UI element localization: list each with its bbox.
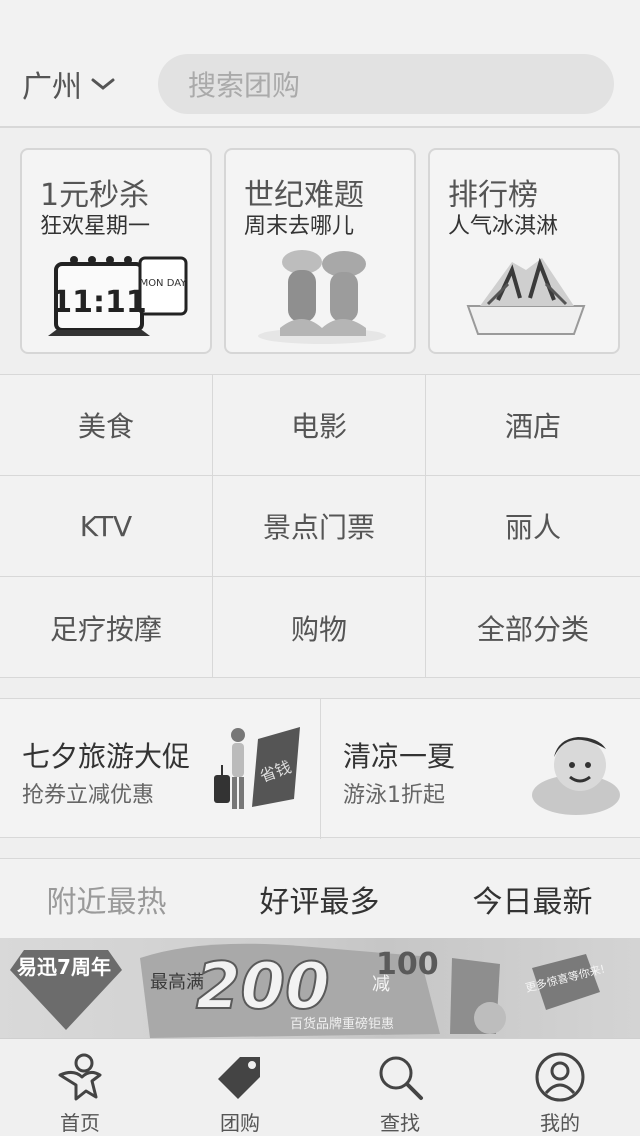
nav-label: 团购 bbox=[220, 1111, 260, 1135]
traveler-with-luggage-icon: 省钱 bbox=[214, 727, 300, 809]
category-movie[interactable]: 电影 bbox=[213, 375, 426, 476]
couple-photo-icon bbox=[258, 250, 386, 344]
category-foot-massage[interactable]: 足疗按摩 bbox=[0, 577, 213, 678]
promo-subtitle: 周末去哪儿 bbox=[244, 214, 355, 239]
promo-card-flash-sale[interactable]: 1元秒杀 狂欢星期一 11:11 MON DAY bbox=[20, 148, 212, 354]
nav-label: 查找 bbox=[380, 1111, 420, 1135]
sort-tabs: 附近最热 好评最多 今日最新 bbox=[0, 858, 640, 938]
promo-card-ranking[interactable]: 排行榜 人气冰淇淋 bbox=[428, 148, 620, 354]
category-beauty[interactable]: 丽人 bbox=[426, 476, 640, 577]
shaved-ice-icon bbox=[466, 257, 586, 335]
search-icon bbox=[379, 1056, 423, 1100]
promo-card-weekend[interactable]: 世纪难题 周末去哪儿 bbox=[224, 148, 416, 354]
nav-label: 首页 bbox=[60, 1111, 100, 1135]
ad-sub: 百货品牌重磅钜惠 bbox=[290, 1016, 394, 1032]
tab-nearby-hot[interactable]: 附近最热 bbox=[0, 859, 213, 939]
category-attraction-tickets[interactable]: 景点门票 bbox=[213, 476, 426, 577]
promo-subtitle: 狂欢星期一 bbox=[40, 214, 151, 239]
category-ktv[interactable]: KTV bbox=[0, 476, 213, 577]
search-input[interactable]: 搜索团购 bbox=[158, 54, 614, 114]
banner-title: 清凉一夏 bbox=[343, 740, 456, 773]
calendar-digits: 11:11 bbox=[51, 285, 147, 320]
calendar-icon: 11:11 MON DAY bbox=[48, 256, 188, 336]
nav-label: 我的 bbox=[540, 1111, 580, 1135]
child-swimming-icon bbox=[532, 737, 620, 815]
ad-banner[interactable]: 易迅7周年 最高满 200 减 100 百货品牌重磅钜惠 更多惊喜等你来! bbox=[0, 938, 640, 1038]
promo-subtitle: 人气冰淇淋 bbox=[448, 214, 559, 239]
nav-group-buy[interactable]: 团购 bbox=[160, 1039, 320, 1136]
bottom-nav: 首页 团购 查找 我的 bbox=[0, 1038, 640, 1136]
banner-travel[interactable]: 七夕旅游大促 抢券立减优惠 省钱 bbox=[0, 699, 320, 839]
banner-subtitle: 抢券立减优惠 bbox=[22, 783, 155, 808]
tab-best-rated[interactable]: 好评最多 bbox=[213, 859, 426, 939]
banner-title: 七夕旅游大促 bbox=[22, 740, 191, 773]
ad-brand: 易迅7周年 bbox=[17, 955, 111, 979]
ad-amount: 200 bbox=[196, 950, 330, 1024]
promo-cards: 1元秒杀 狂欢星期一 11:11 MON DAY 世纪难题 周末去哪儿 排行榜 … bbox=[0, 130, 640, 374]
category-food[interactable]: 美食 bbox=[0, 375, 213, 476]
chevron-down-icon bbox=[91, 78, 115, 90]
tab-newest-today[interactable]: 今日最新 bbox=[426, 859, 639, 939]
category-shopping[interactable]: 购物 bbox=[213, 577, 426, 678]
promo-banners: 七夕旅游大促 抢券立减优惠 省钱 清凉一夏 游泳1折起 bbox=[0, 698, 640, 839]
banner-swim[interactable]: 清凉一夏 游泳1折起 bbox=[320, 699, 640, 839]
nav-home[interactable]: 首页 bbox=[0, 1039, 160, 1136]
city-label: 广州 bbox=[22, 70, 82, 105]
profile-icon bbox=[535, 1052, 585, 1102]
tag-icon bbox=[218, 1057, 260, 1099]
category-hotel[interactable]: 酒店 bbox=[426, 375, 640, 476]
category-grid: 美食 电影 酒店 KTV 景点门票 丽人 足疗按摩 购物 全部分类 bbox=[0, 374, 640, 678]
ad-discount: 100 bbox=[376, 947, 439, 982]
city-selector[interactable]: 广州 bbox=[22, 64, 116, 105]
banner-subtitle: 游泳1折起 bbox=[343, 783, 445, 808]
top-bar: 广州 搜索团购 bbox=[0, 0, 640, 128]
home-person-icon bbox=[58, 1053, 102, 1101]
search-placeholder: 搜索团购 bbox=[188, 69, 301, 102]
nav-mine[interactable]: 我的 bbox=[480, 1039, 640, 1136]
nav-find[interactable]: 查找 bbox=[320, 1039, 480, 1136]
calendar-day: MON DAY bbox=[140, 278, 188, 289]
category-all[interactable]: 全部分类 bbox=[426, 577, 640, 678]
ad-artwork: 易迅7周年 最高满 200 减 100 百货品牌重磅钜惠 更多惊喜等你来! bbox=[10, 943, 606, 1038]
